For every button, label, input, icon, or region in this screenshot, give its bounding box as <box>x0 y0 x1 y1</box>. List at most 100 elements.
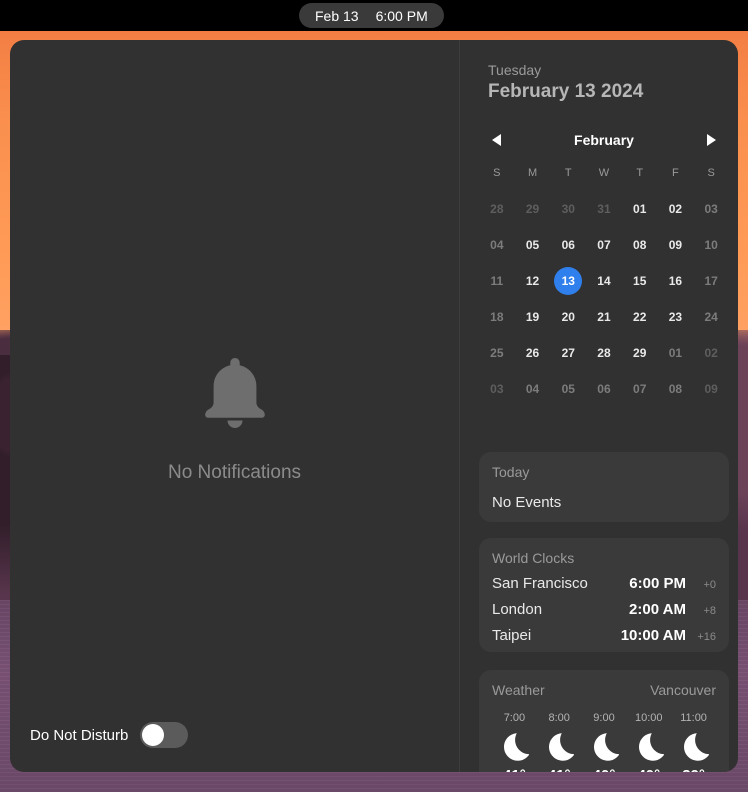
moon-icon <box>537 731 582 761</box>
calendar-day-label: 04 <box>490 238 504 252</box>
calendar-day-label: 10 <box>704 238 718 252</box>
calendar-day-label: 23 <box>668 310 683 324</box>
calendar-day-label: 13 <box>554 267 583 295</box>
world-clock-row: Taipei 10:00 AM +16 <box>492 627 716 644</box>
calendar-day[interactable]: 01 <box>622 191 658 227</box>
calendar-day[interactable]: 12 <box>515 263 551 299</box>
calendar-day[interactable]: 04 <box>479 227 515 263</box>
calendar-weekday-6: S <box>707 167 715 179</box>
calendar-day-label: 07 <box>597 238 611 252</box>
calendar-day[interactable]: 05 <box>515 227 551 263</box>
calendar-day[interactable]: 17 <box>693 263 729 299</box>
weather-hour-column: 9:00 40° <box>582 712 627 772</box>
calendar-day[interactable]: 02 <box>693 335 729 371</box>
do-not-disturb-label: Do Not Disturb <box>30 726 129 744</box>
calendar-day[interactable]: 11 <box>479 263 515 299</box>
calendar-day[interactable]: 09 <box>658 227 694 263</box>
calendar-day[interactable]: 20 <box>550 299 586 335</box>
calendar-day[interactable]: 22 <box>622 299 658 335</box>
calendar-day[interactable]: 23 <box>658 299 694 335</box>
calendar-day[interactable]: 07 <box>622 371 658 407</box>
calendar-day-label: 19 <box>525 310 540 324</box>
world-clock-city: San Francisco <box>492 575 588 592</box>
calendar-day-label: 08 <box>668 382 683 396</box>
calendar-day[interactable]: 29 <box>515 191 551 227</box>
calendar-day[interactable]: 15 <box>622 263 658 299</box>
weather-hour-column: 7:00 41° <box>492 712 537 772</box>
moon-icon <box>492 731 537 761</box>
do-not-disturb-toggle[interactable] <box>140 722 189 748</box>
calendar-day-label: 01 <box>633 202 647 216</box>
calendar-day[interactable]: 03 <box>693 191 729 227</box>
calendar-day[interactable]: 04 <box>515 371 551 407</box>
calendar-day-label: 16 <box>668 274 683 288</box>
world-clock-offset: +16 <box>697 631 716 643</box>
calendar-day[interactable]: 06 <box>586 371 622 407</box>
notifications-empty-label: No Notifications <box>167 462 302 483</box>
weather-hour-label: 8:00 <box>548 712 570 724</box>
calendar-day[interactable]: 07 <box>586 227 622 263</box>
calendar-day-label: 15 <box>633 274 647 288</box>
calendar-day[interactable]: 28 <box>586 335 622 371</box>
weather-hour-label: 9:00 <box>593 712 615 724</box>
calendar-day[interactable]: 28 <box>479 191 515 227</box>
calendar-day-grid: 28 29 30 31 01 02 03 04 05 06 07 08 09 10 11 12 13 14 15 16… <box>479 191 729 407</box>
calendar-day[interactable]: 02 <box>658 191 694 227</box>
calendar-day[interactable]: 03 <box>479 371 515 407</box>
calendar-day[interactable]: 08 <box>658 371 694 407</box>
screen: Feb 13 6:00 PM No Notifications Do Not D… <box>0 0 748 792</box>
calendar-day[interactable]: 16 <box>658 263 694 299</box>
calendar-day-label: 09 <box>704 382 718 396</box>
world-clock-time: 6:00 PM <box>629 575 686 592</box>
events-card[interactable]: Today No Events <box>479 452 729 522</box>
calendar-day[interactable]: 21 <box>586 299 622 335</box>
calendar-day[interactable]: 06 <box>550 227 586 263</box>
world-clock-city: Taipei <box>492 627 532 644</box>
weather-temperature: 41° <box>492 767 537 772</box>
world-clock-time: 2:00 AM <box>629 601 686 618</box>
full-date-label: February 13 2024 <box>488 81 644 102</box>
weather-card[interactable]: Weather Vancouver 7:0041°8:0041°9:0040°1… <box>479 670 729 772</box>
calendar-day[interactable]: 30 <box>550 191 586 227</box>
calendar-day[interactable]: 27 <box>550 335 586 371</box>
calendar-weekday-3: W <box>598 167 610 179</box>
notifications-pane: No Notifications Do Not Disturb <box>10 40 459 772</box>
calendar-day[interactable]: 24 <box>693 299 729 335</box>
world-clocks-card[interactable]: World Clocks San Francisco 6:00 PM +0 Londo… <box>479 538 729 652</box>
calendar-day-label: 11 <box>490 274 504 288</box>
menu-bar-clock[interactable]: Feb 13 6:00 PM <box>299 3 444 28</box>
calendar-day[interactable]: 08 <box>622 227 658 263</box>
calendar-day[interactable]: 09 <box>693 371 729 407</box>
calendar-day-label: 17 <box>704 274 718 288</box>
calendar-day[interactable]: 01 <box>658 335 694 371</box>
weather-hour-label: 10:00 <box>635 712 663 724</box>
date-header: Tuesday February 13 2024 <box>488 62 643 103</box>
widgets-pane: Tuesday February 13 2024 February SMTWTF… <box>460 40 738 772</box>
moon-icon <box>582 731 627 761</box>
calendar-day[interactable]: 13 <box>550 263 586 299</box>
weather-temperature: 40° <box>582 767 627 772</box>
calendar-day[interactable]: 19 <box>515 299 551 335</box>
weather-hour-column: 10:00 40° <box>626 712 671 772</box>
calendar-day-label: 18 <box>490 310 504 324</box>
notification-center-panel: No Notifications Do Not Disturb Tuesday … <box>10 40 738 772</box>
chevron-right-icon[interactable] <box>707 134 716 146</box>
calendar-day[interactable]: 29 <box>622 335 658 371</box>
calendar-day-label: 22 <box>633 310 647 324</box>
chevron-left-icon[interactable] <box>492 134 501 146</box>
calendar-day[interactable]: 26 <box>515 335 551 371</box>
calendar-day[interactable]: 10 <box>693 227 729 263</box>
calendar-day[interactable]: 31 <box>586 191 622 227</box>
calendar-day-label: 31 <box>597 202 611 216</box>
calendar-day[interactable]: 18 <box>479 299 515 335</box>
world-clock-row: San Francisco 6:00 PM +0 <box>492 575 716 592</box>
weather-temperature: 40° <box>626 767 671 772</box>
calendar-day-label: 28 <box>597 346 611 360</box>
moon-icon <box>626 731 671 761</box>
calendar-day[interactable]: 14 <box>586 263 622 299</box>
do-not-disturb-row[interactable]: Do Not Disturb <box>30 722 189 748</box>
weather-hour-label: 11:00 <box>680 712 707 724</box>
calendar-day[interactable]: 25 <box>479 335 515 371</box>
calendar-day-label: 14 <box>597 274 611 288</box>
calendar-day[interactable]: 05 <box>550 371 586 407</box>
